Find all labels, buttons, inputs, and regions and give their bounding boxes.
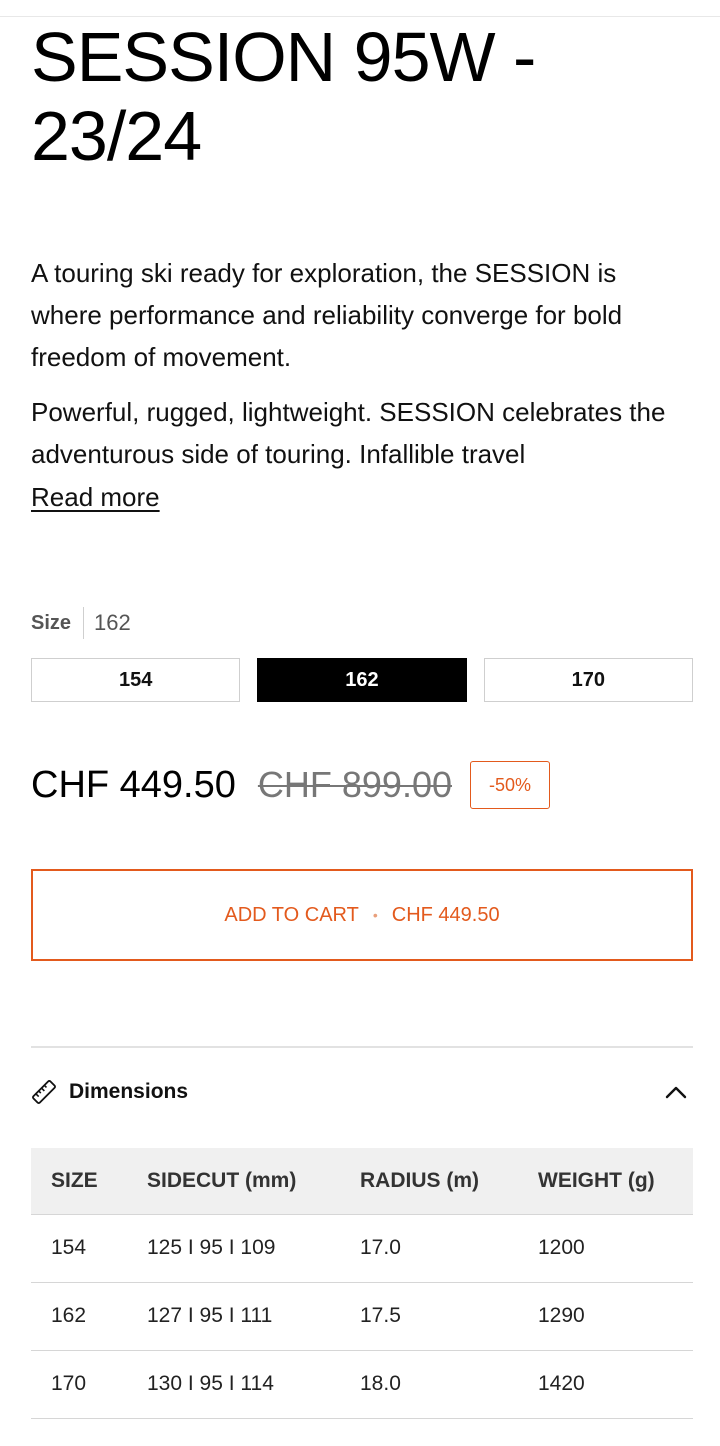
cell-radius: 17.5 bbox=[340, 1282, 518, 1351]
table-row: 162 127 I 95 I 111 17.5 1290 bbox=[31, 1282, 693, 1351]
table-row: 154 125 I 95 I 109 17.0 1200 bbox=[31, 1214, 693, 1283]
current-price: CHF 449.50 bbox=[31, 763, 236, 806]
price-row: CHF 449.50 CHF 899.00 -50% bbox=[31, 760, 551, 810]
table-row: 170 130 I 95 I 114 18.0 1420 bbox=[31, 1350, 693, 1419]
add-to-cart-price: CHF 449.50 bbox=[391, 903, 500, 926]
cart-separator: • bbox=[372, 907, 378, 923]
add-to-cart-button[interactable]: ADD TO CART • CHF 449.50 bbox=[31, 869, 693, 961]
cell-sidecut: 125 I 95 I 109 bbox=[127, 1214, 340, 1283]
size-label: Size bbox=[31, 611, 72, 634]
cell-sidecut: 127 I 95 I 111 bbox=[127, 1282, 340, 1351]
cell-radius: 18.0 bbox=[340, 1350, 518, 1419]
column-header-radius: RADIUS (m) bbox=[340, 1148, 518, 1215]
cell-size: 170 bbox=[31, 1350, 127, 1419]
cell-weight: 1290 bbox=[518, 1282, 693, 1351]
read-more-link[interactable]: Read more bbox=[31, 476, 160, 518]
product-description: A touring ski ready for exploration, the… bbox=[31, 252, 693, 488]
original-price: CHF 899.00 bbox=[257, 764, 452, 805]
description-paragraph-2: Powerful, rugged, lightweight. SESSION c… bbox=[31, 397, 666, 469]
chevron-up-icon[interactable] bbox=[663, 1079, 689, 1105]
size-options: 154 162 170 bbox=[31, 658, 693, 702]
dimensions-title: Dimensions bbox=[69, 1080, 189, 1103]
size-option-162[interactable]: 162 bbox=[257, 658, 467, 702]
column-header-size: SIZE bbox=[31, 1148, 127, 1215]
section-divider bbox=[31, 1046, 693, 1048]
size-option-154[interactable]: 154 bbox=[31, 658, 241, 702]
add-to-cart-label: ADD TO CART bbox=[224, 903, 359, 926]
description-paragraph-1: A touring ski ready for exploration, the… bbox=[31, 258, 623, 372]
ruler-icon bbox=[32, 1080, 56, 1104]
header-divider bbox=[0, 16, 720, 17]
dimensions-table: SIZE SIDECUT (mm) RADIUS (m) WEIGHT (g) … bbox=[31, 1148, 693, 1419]
column-header-sidecut: SIDECUT (mm) bbox=[127, 1148, 340, 1215]
column-header-weight: WEIGHT (g) bbox=[518, 1148, 693, 1215]
cell-size: 154 bbox=[31, 1214, 127, 1283]
cell-weight: 1200 bbox=[518, 1214, 693, 1283]
product-title: SESSION 95W - 23/24 bbox=[31, 18, 536, 175]
cell-weight: 1420 bbox=[518, 1350, 693, 1419]
discount-badge: -50% bbox=[470, 761, 551, 809]
dimensions-accordion-header[interactable]: Dimensions bbox=[31, 1068, 693, 1116]
cell-size: 162 bbox=[31, 1282, 127, 1351]
size-indicator: Size 162 bbox=[31, 606, 131, 640]
cell-radius: 17.0 bbox=[340, 1214, 518, 1283]
selected-size-value: 162 bbox=[94, 610, 131, 635]
table-header-row: SIZE SIDECUT (mm) RADIUS (m) WEIGHT (g) bbox=[31, 1148, 693, 1215]
cell-sidecut: 130 I 95 I 114 bbox=[127, 1350, 340, 1419]
size-option-170[interactable]: 170 bbox=[483, 658, 693, 702]
